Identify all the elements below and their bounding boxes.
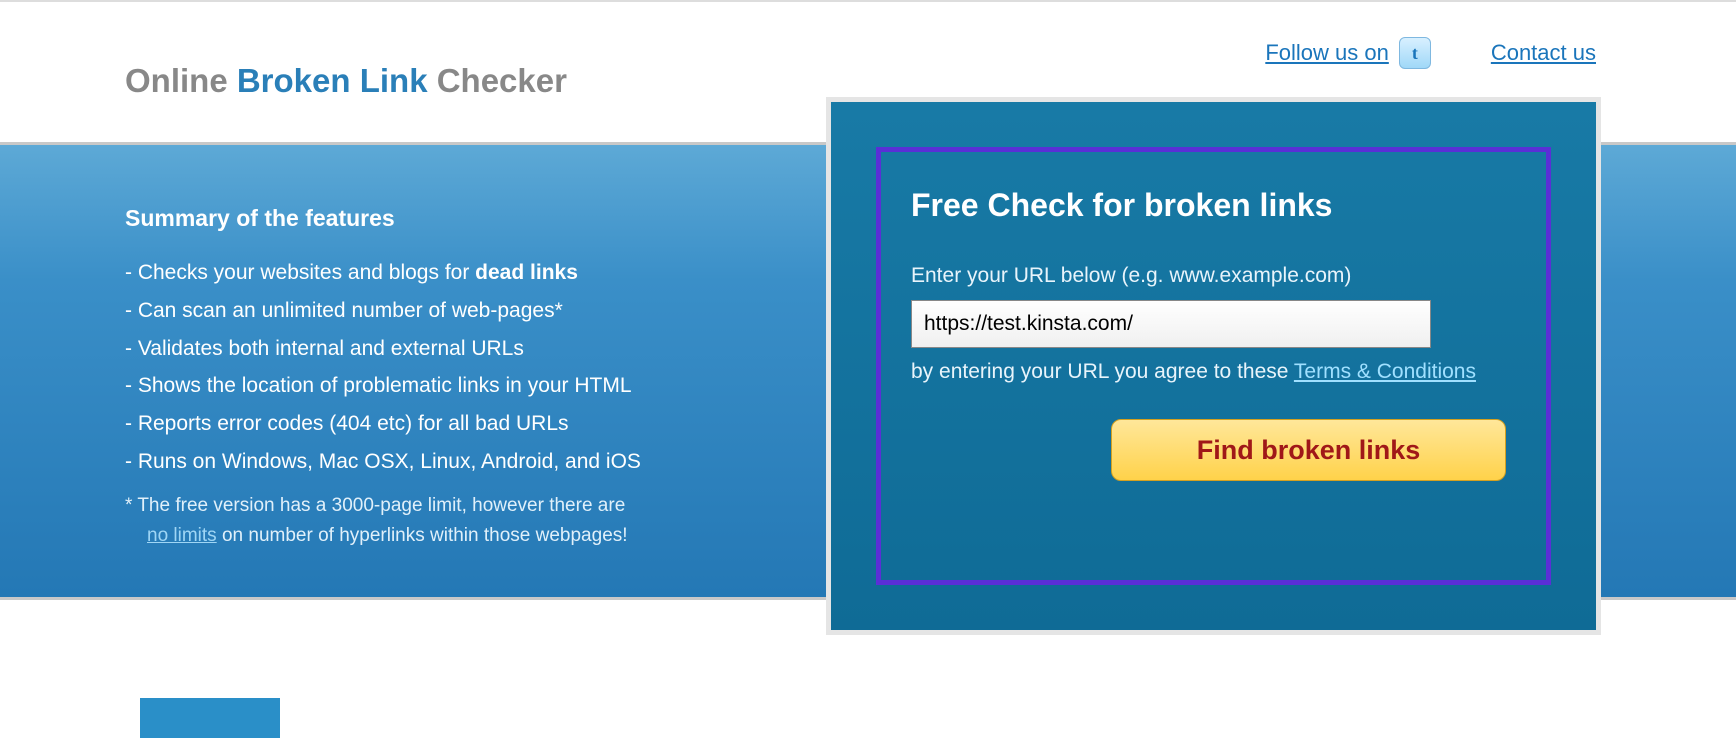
checker-form-inner: Free Check for broken links Enter your U…: [876, 147, 1551, 585]
features-footnote: * The free version has a 3000-page limit…: [125, 491, 745, 552]
feature-item: - Runs on Windows, Mac OSX, Linux, Andro…: [125, 443, 745, 481]
logo-text-2: Broken Link: [237, 62, 428, 99]
follow-us-link[interactable]: Follow us on: [1265, 40, 1389, 66]
contact-us-link[interactable]: Contact us: [1491, 40, 1596, 66]
top-links: Follow us on t Contact us: [1265, 37, 1596, 69]
feature-item: - Validates both internal and external U…: [125, 330, 745, 368]
feature-item: - Can scan an unlimited number of web-pa…: [125, 292, 745, 330]
terms-link[interactable]: Terms & Conditions: [1294, 360, 1476, 383]
site-logo: Online Broken Link Checker: [125, 62, 567, 100]
features-title: Summary of the features: [125, 205, 745, 232]
no-limits-link[interactable]: no limits: [147, 525, 217, 546]
feature-item: - Reports error codes (404 etc) for all …: [125, 405, 745, 443]
logo-text-3: Checker: [428, 62, 567, 99]
logo-text-1: Online: [125, 62, 237, 99]
form-title: Free Check for broken links: [911, 187, 1516, 224]
url-label: Enter your URL below (e.g. www.example.c…: [911, 264, 1516, 288]
features-block: Summary of the features - Checks your we…: [125, 205, 745, 552]
find-broken-links-button[interactable]: Find broken links: [1111, 419, 1506, 481]
url-input[interactable]: [911, 300, 1431, 348]
twitter-icon[interactable]: t: [1399, 37, 1431, 69]
features-list: - Checks your websites and blogs for dea…: [125, 254, 745, 481]
feature-item: - Shows the location of problematic link…: [125, 367, 745, 405]
partial-element: [140, 698, 280, 738]
feature-item: - Checks your websites and blogs for dea…: [125, 254, 745, 292]
terms-line: by entering your URL you agree to these …: [911, 360, 1516, 384]
checker-form-panel: Free Check for broken links Enter your U…: [826, 97, 1601, 635]
